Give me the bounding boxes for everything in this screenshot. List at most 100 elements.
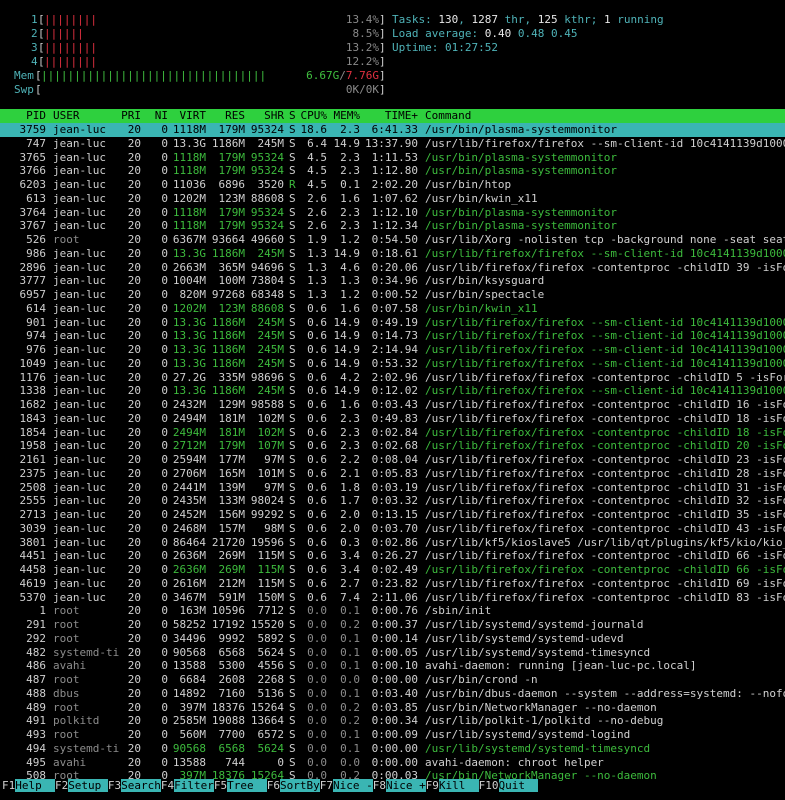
process-row[interactable]: 1843 jean-luc 20 0 2494M 181M 102M S 0.6 2.3 0:49.… [0,412,785,426]
fkey-f7[interactable]: F7 [320,779,333,792]
fkey-label-f7[interactable]: Nice - [333,779,373,792]
column-header[interactable]: PID USER PRI NI VIRT RES SHR S CPU% MEM% TIME+ Comm… [0,109,785,123]
process-row[interactable]: 5370 jean-luc 20 0 3467M 591M 150M S 0.6 7.4 2:11.… [0,591,785,605]
column-header-shr[interactable]: SHR [264,109,284,123]
column-header-ni[interactable]: NI [155,109,168,123]
fkey-f9[interactable]: F9 [426,779,439,792]
process-row[interactable]: 486 avahi 20 0 13588 5300 4556 S 0.0 0.1 0:00.10 av… [0,659,785,673]
process-cell-res: 5300 [218,659,246,673]
fkey-f10[interactable]: F10 [479,779,499,792]
process-row[interactable]: 3765 jean-luc 20 0 1118M 179M 95324 S 4.5 2.3 1:11… [0,151,785,165]
column-header-res[interactable]: RES [225,109,245,123]
process-row[interactable]: 526 root 20 0 6367M 93664 49660 S 1.9 1.2 0:54.50 /… [0,233,785,247]
process-cell-virt: 14892 [172,686,206,700]
process-row[interactable]: 974 jean-luc 20 0 13.3G 1186M 245M S 0.6 14.9 0:14… [0,329,785,343]
fkey-f8[interactable]: F8 [373,779,386,792]
process-row[interactable]: 1958 jean-luc 20 0 2712M 179M 107M S 0.6 2.3 0:02.… [0,439,785,453]
process-row[interactable]: 2375 jean-luc 20 0 2706M 165M 101M S 0.6 2.1 0:05.… [0,467,785,481]
process-row[interactable]: 3039 jean-luc 20 0 2468M 157M 98M S 0.6 2.0 0:03.7… [0,522,785,536]
process-row[interactable]: 487 root 20 0 6684 2608 2268 S 0.0 0.0 0:00.00/usr… [0,673,785,687]
process-cell-mem: 1.2 [340,288,360,301]
fkey-f2[interactable]: F2 [55,779,68,792]
process-row[interactable]: 1049 jean-luc 20 0 13.3G 1186M 245M S 0.6 14.9 0:5… [0,357,785,371]
process-cell-virt: 2636M [172,563,206,576]
process-cell-user: root [53,604,80,618]
process-row[interactable]: 3766 jean-luc 20 0 1118M 179M 95324 S 4.5 2.3 1:12… [0,164,785,178]
process-row[interactable]: 3767 jean-luc 20 0 1118M 179M 95324 S 2.6 2.3 1:12… [0,219,785,233]
column-header-state[interactable]: S [289,109,296,123]
process-cell-command: /usr/lib/firefox/firefox -contentproc -c… [425,453,785,466]
process-row[interactable]: 3764 jean-luc 20 0 1118M 179M 95324 S 2.6 2.3 1:12… [0,206,785,220]
process-row[interactable]: 494 systemd-ti 20 0 90568 6568 5624 S 0.0 0.1 0:00… [0,742,785,756]
column-header-pri[interactable]: PRI [121,109,141,123]
process-row[interactable]: 1682 jean-luc 20 0 2432M 129M 98588 S 0.6 1.6 0:03… [0,398,785,412]
process-row[interactable]: 2896 jean-luc 20 0 2663M 365M 94696 S 1.3 4.6 0:20… [0,261,785,275]
process-row[interactable]: 489 root 20 0 397M 18376 15264 S 0.0 0.2 0:03.85/u… [0,701,785,715]
process-row[interactable]: 614 jean-luc 20 0 1202M 123M 88608 S 0.6 1.6 0:07.… [0,302,785,316]
fkey-label-f9[interactable]: Kill [438,779,479,792]
process-cell-res: 100M [218,274,246,288]
process-row[interactable]: 2555 jean-luc 20 0 2435M 133M 98024 S 0.6 1.7 0:03… [0,494,785,508]
process-row[interactable]: 3759 jean-luc 20 0 1118M 179M 95324 S 18.6 2.3 6:4… [0,123,785,137]
fkey-label-f3[interactable]: Search [121,779,161,792]
column-header-pid[interactable]: PID [26,109,46,123]
process-row[interactable]: 901 jean-luc 20 0 13.3G 1186M 245M S 0.6 14.9 0:49… [0,316,785,330]
process-row[interactable]: 4451 jean-luc 20 0 2636M 269M 115M S 0.6 3.4 0:26.… [0,549,785,563]
fkey-f6[interactable]: F6 [267,779,280,792]
process-row[interactable]: 3777 jean-luc 20 0 1004M 100M 73804 S 1.3 1.3 0:34… [0,274,785,288]
fkey-label-f10[interactable]: Quit [498,779,539,792]
process-cell-mem: 2.1 [340,466,360,480]
process-cell-time: 1:11.53 [371,150,418,164]
process-row[interactable]: 1338 jean-luc 20 0 13.3G 1186M 245M S 0.6 14.9 0:1… [0,384,785,398]
column-header-user[interactable]: USER [53,109,80,123]
process-cell-mem: 2.0 [340,521,360,535]
process-row[interactable]: 6957 jean-luc 20 0 820M 97268 68348 S 1.3 1.2 0:00… [0,288,785,302]
column-header-command[interactable]: Command [425,109,471,123]
fkey-label-f6[interactable]: SortBy [280,779,320,792]
process-row[interactable]: 495 avahi 20 0 13588 744 0 S 0.0 0.0 0:00.00 avahi-… [0,756,785,770]
process-cell-pri: 20 [127,315,141,329]
process-row[interactable]: 3801 jean-luc 20 0 86464 21720 19596 S 0.6 0.3 0:0… [0,536,785,550]
process-cell-pri: 20 [127,164,141,178]
process-row[interactable]: 6203 jean-luc 20 0 11036 6896 3520 R 4.5 0.1 2:02.… [0,178,785,192]
fkey-label-f4[interactable]: Filter [174,779,214,792]
process-row[interactable]: 482 systemd-ti 20 0 90568 6568 5624 S 0.0 0.1 0:00… [0,646,785,660]
column-header-virt[interactable]: VIRT [180,109,207,123]
process-row[interactable]: 291 root 20 0 58252 17192 15520 S 0.0 0.2 0:00.37 /… [0,618,785,632]
process-row[interactable]: 986 jean-luc 20 0 13.3G 1186M 245M S 1.3 14.9 0:18… [0,247,785,261]
process-row[interactable]: 4619 jean-luc 20 0 2616M 212M 115M S 0.6 2.7 0:23.… [0,577,785,591]
process-row[interactable]: 613 jean-luc 20 0 1202M 123M 88608 S 2.6 1.6 1:07.… [0,192,785,206]
process-row[interactable]: 1 root 20 0 163M 10596 7712 S 0.0 0.1 0:00.76/sbin… [0,604,785,618]
process-row[interactable]: 2713 jean-luc 20 0 2452M 156M 99292 S 0.6 2.0 0:13… [0,508,785,522]
process-cell-mem: 4.2 [340,370,360,384]
process-cell-virt: 11036 [172,178,206,191]
process-row[interactable]: 1176 jean-luc 20 0 27.2G 335M 98696 S 0.6 4.2 2:02… [0,371,785,385]
fkey-f4[interactable]: F4 [161,779,174,792]
process-cell-pri: 20 [127,645,141,659]
process-row[interactable]: 747 jean-luc 20 0 13.3G 1186M 245M S 6.4 14.9 13:3… [0,137,785,151]
process-row[interactable]: 4458 jean-luc 20 0 2636M 269M 115M S 0.6 3.4 0:02.… [0,563,785,577]
process-row[interactable]: 493 root 20 0 560M 7700 6572 S 0.0 0.1 0:00.09/usr… [0,728,785,742]
process-row[interactable]: 2508 jean-luc 20 0 2441M 139M 97M S 0.6 1.8 0:03.1… [0,481,785,495]
fkey-label-f8[interactable]: Nice + [385,779,426,792]
fkey-f1[interactable]: F1 [2,779,15,792]
fkey-f3[interactable]: F3 [108,779,121,792]
process-cell-command: avahi-daemon: chroot helper [425,755,604,769]
process-cell-command: /usr/bin/kwin_x11 [425,191,538,205]
process-row[interactable]: 2161 jean-luc 20 0 2594M 177M 97M S 0.6 2.2 0:08.0… [0,453,785,467]
column-header-mem[interactable]: MEM% [334,109,361,123]
column-header-cpu[interactable]: CPU% [301,109,328,123]
fkey-label-f2[interactable]: Setup [68,779,108,792]
process-row[interactable]: 976 jean-luc 20 0 13.3G 1186M 245M S 0.6 14.9 2:14… [0,343,785,357]
function-key-bar[interactable]: F1 Help F2 Setup F3 Search F4 Filter F5 Tree F6… [0,779,785,792]
process-row[interactable]: 292 root 20 0 34496 9992 5892 S 0.0 0.1 0:00.14/us… [0,632,785,646]
fkey-label-f5[interactable]: Tree [227,779,267,792]
process-cell-cpu: 0.6 [307,411,327,425]
process-cell-pid: 1176 [19,370,47,384]
fkey-f5[interactable]: F5 [214,779,227,792]
process-row[interactable]: 1854 jean-luc 20 0 2494M 181M 102M S 0.6 2.3 0:02.… [0,426,785,440]
column-header-time[interactable]: TIME+ [385,109,418,123]
process-row[interactable]: 488 dbus 20 0 14892 7160 5136 S 0.0 0.1 0:03.40/us… [0,687,785,701]
fkey-label-f1[interactable]: Help [15,779,55,792]
process-row[interactable]: 491 polkitd 20 0 2585M 19088 13664 S 0.0 0.2 0:00.… [0,714,785,728]
